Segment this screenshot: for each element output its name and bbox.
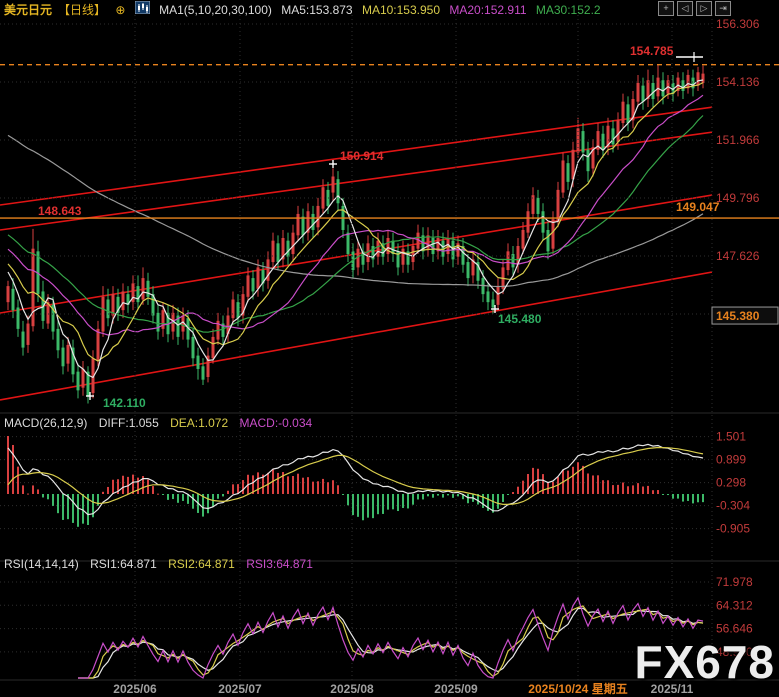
svg-text:151.966: 151.966 xyxy=(716,133,760,147)
date-label: 2025/08 xyxy=(330,682,374,696)
svg-text:56.646: 56.646 xyxy=(716,622,753,636)
shift-right-icon[interactable]: ▷ xyxy=(696,1,712,16)
svg-text:71.978: 71.978 xyxy=(716,575,753,589)
ma10-value: MA10:153.950 xyxy=(362,3,440,17)
candlestick-chart[interactable]: 156.306 154.136 151.966 149.796 147.626 145.4… xyxy=(0,0,779,697)
macd-value: MACD:-0.034 xyxy=(239,416,312,430)
svg-text:1.501: 1.501 xyxy=(716,430,746,444)
shift-left-icon[interactable]: ◁ xyxy=(677,1,693,16)
date-label: 2025/07 xyxy=(218,682,262,696)
chart-toolbar: + ◁ ▷ ⇥ xyxy=(658,1,731,16)
chart-window: 156.306 154.136 151.966 149.796 147.626 145.4… xyxy=(0,0,779,697)
svg-text:147.626: 147.626 xyxy=(716,249,760,263)
svg-text:142.110: 142.110 xyxy=(103,396,146,410)
svg-text:145.380: 145.380 xyxy=(716,309,760,323)
jump-to-latest-icon[interactable]: ⇥ xyxy=(715,1,731,16)
svg-text:145.480: 145.480 xyxy=(498,312,542,326)
ma5-value: MA5:153.873 xyxy=(281,3,352,17)
rsi1-value: RSI1:64.871 xyxy=(90,557,157,571)
ma20-value: MA20:152.911 xyxy=(449,3,526,17)
symbol-name: 美元日元 xyxy=(4,3,52,17)
svg-text:149.047: 149.047 xyxy=(676,200,720,214)
macd-title: MACD(26,12,9) xyxy=(4,416,87,430)
svg-text:-0.304: -0.304 xyxy=(716,499,750,513)
ma30-value: MA30:152.2 xyxy=(536,3,601,17)
mini-chart-icon xyxy=(135,1,150,14)
diff-value: DIFF:1.055 xyxy=(99,416,159,430)
date-label: 2025/09 xyxy=(434,682,478,696)
svg-text:156.306: 156.306 xyxy=(716,17,760,31)
expand-icon[interactable]: ⊕ xyxy=(115,3,125,17)
ma-settings-label: MA1(5,10,20,30,100) xyxy=(159,3,272,17)
svg-text:0.298: 0.298 xyxy=(716,476,746,490)
svg-text:-0.905: -0.905 xyxy=(716,522,750,536)
rsi3-value: RSI3:64.871 xyxy=(246,557,313,571)
svg-text:149.796: 149.796 xyxy=(716,191,760,205)
chart-header: 美元日元【日线】 ⊕ MA1(5,10,20,30,100) MA5:153.8… xyxy=(4,1,607,18)
rsi-header: RSI(14,14,14) RSI1:64.871 RSI2:64.871 RS… xyxy=(4,557,321,571)
dea-value: DEA:1.072 xyxy=(170,416,228,430)
svg-text:0.899: 0.899 xyxy=(716,453,746,467)
svg-text:64.312: 64.312 xyxy=(716,598,753,612)
svg-text:154.136: 154.136 xyxy=(716,75,760,89)
rsi-title: RSI(14,14,14) xyxy=(4,557,79,571)
svg-text:150.914: 150.914 xyxy=(340,149,384,163)
date-label: 2025/10/24 星期五 xyxy=(528,681,627,696)
svg-text:148.643: 148.643 xyxy=(38,204,82,218)
rsi2-value: RSI2:64.871 xyxy=(168,557,235,571)
pan-icon[interactable]: + xyxy=(658,1,674,16)
fx678-watermark: FX678 xyxy=(634,635,775,689)
macd-header: MACD(26,12,9) DIFF:1.055 DEA:1.072 MACD:… xyxy=(4,416,320,430)
timeframe-label[interactable]: 【日线】 xyxy=(58,3,106,17)
date-label: 2025/06 xyxy=(113,682,157,696)
svg-text:154.785: 154.785 xyxy=(630,44,674,58)
